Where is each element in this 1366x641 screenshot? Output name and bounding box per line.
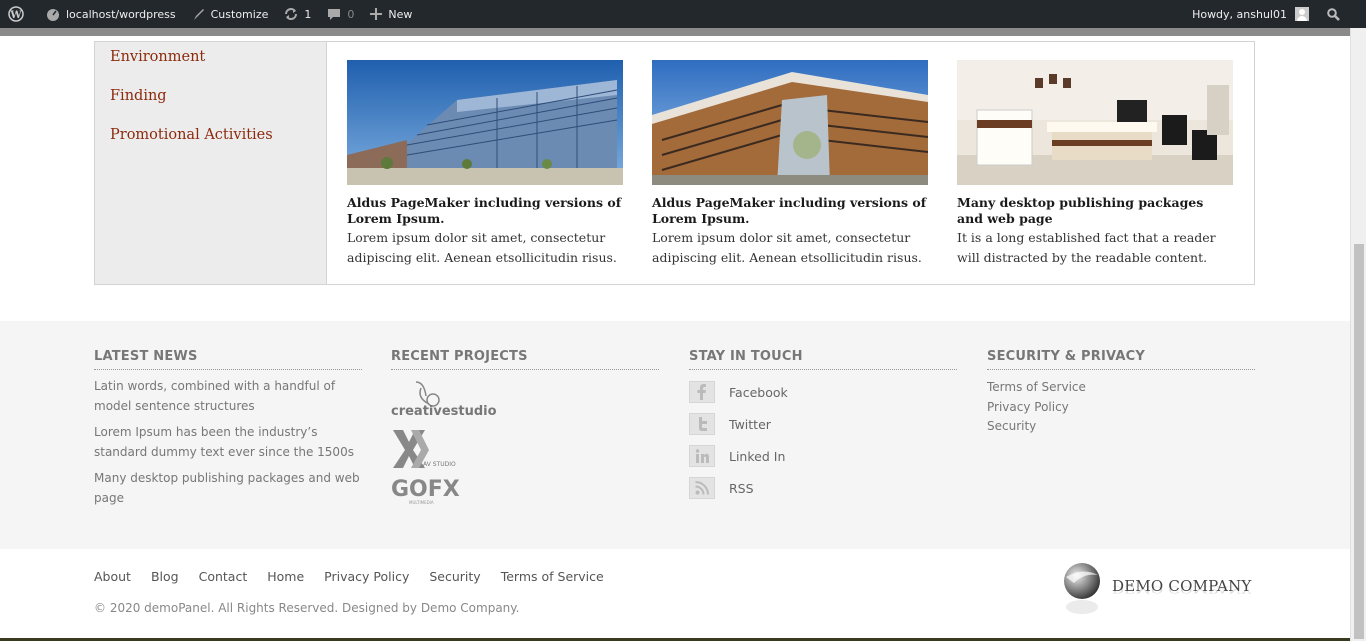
latest-news-widget: LATEST NEWS Latin words, combined with a… — [94, 349, 362, 508]
news-item[interactable]: Latin words, combined with a handful of … — [94, 376, 362, 416]
privacy-policy-link[interactable]: Privacy Policy — [987, 398, 1255, 418]
twitter-icon — [689, 413, 715, 435]
post-title[interactable]: Many desktop publishing packages and web… — [957, 195, 1233, 227]
copyright-text: © 2020 demoPanel. All Rights Reserved. D… — [94, 601, 520, 615]
wordpress-icon: W — [8, 6, 24, 22]
stay-in-touch-title: STAY IN TOUCH — [689, 349, 957, 370]
my-account-link[interactable]: Howdy, anshul01 — [1184, 0, 1319, 28]
social-link-twitter[interactable]: Twitter — [689, 408, 957, 440]
footer-widgets: LATEST NEWS Latin words, combined with a… — [0, 321, 1350, 549]
post-card: Aldus PageMaker including versions of Lo… — [652, 60, 928, 284]
comment-icon — [328, 8, 341, 20]
social-link-linkedin[interactable]: Linked In — [689, 440, 957, 472]
post-image-office-building[interactable] — [347, 60, 623, 185]
post-grid: Aldus PageMaker including versions of Lo… — [327, 42, 1254, 284]
creativestudio-text: creativestudio — [391, 404, 497, 419]
gofx-logo[interactable]: GOFX MULTIMEDIA — [391, 474, 471, 506]
post-excerpt: Lorem ipsum dolor sit amet, consectetur … — [347, 230, 617, 265]
admin-bar: W localhost/wordpress Customize 1 0 New … — [0, 0, 1366, 28]
post-card: Many desktop publishing packages and web… — [957, 60, 1233, 284]
post-excerpt: Lorem ipsum dolor sit amet, consectetur … — [652, 230, 922, 265]
customize-label: Customize — [210, 7, 269, 21]
post-title[interactable]: Aldus PageMaker including versions of Lo… — [347, 195, 623, 227]
plus-icon — [370, 8, 383, 20]
recent-projects-widget: RECENT PROJECTS creativestudio AV STUDIO… — [391, 349, 659, 506]
linkedin-label: Linked In — [729, 448, 786, 464]
post-card: Aldus PageMaker including versions of Lo… — [347, 60, 623, 284]
search-icon — [1327, 7, 1340, 21]
av-studio-text: AV STUDIO — [423, 461, 456, 468]
twitter-label: Twitter — [729, 416, 771, 432]
terms-of-service-link[interactable]: Terms of Service — [987, 378, 1255, 398]
footer-nav-privacy-policy[interactable]: Privacy Policy — [324, 569, 409, 584]
comments-count: 0 — [347, 7, 355, 21]
social-link-rss[interactable]: RSS — [689, 472, 957, 504]
news-item[interactable]: Lorem Ipsum has been the industry’s stan… — [94, 422, 362, 462]
company-name-reflection: DEMO COMPANY — [1112, 584, 1252, 595]
content-section: Environment Finding Promotional Activiti… — [94, 41, 1255, 285]
rss-label: RSS — [729, 480, 754, 496]
security-link[interactable]: Security — [987, 417, 1255, 437]
post-image-office-interior[interactable] — [957, 60, 1233, 185]
avatar — [1295, 7, 1309, 21]
wordpress-logo-button[interactable]: W — [0, 0, 38, 28]
svg-text:W: W — [9, 10, 22, 21]
category-link-promotional-activities[interactable]: Promotional Activities — [110, 125, 326, 164]
facebook-icon — [689, 381, 715, 403]
new-label: New — [388, 7, 413, 21]
post-excerpt: It is a long established fact that a rea… — [957, 230, 1216, 265]
footer-nav-terms-of-service[interactable]: Terms of Service — [501, 569, 604, 584]
site-name-link[interactable]: localhost/wordpress — [38, 0, 184, 28]
news-item[interactable]: Many desktop publishing packages and web… — [94, 468, 362, 508]
footer-nav-about[interactable]: About — [94, 569, 131, 584]
dashboard-icon — [47, 9, 59, 21]
gofx-text: GOFX — [391, 477, 460, 502]
footer-nav-contact[interactable]: Contact — [199, 569, 248, 584]
comments-link[interactable]: 0 — [319, 0, 362, 28]
multimedia-text: MULTIMEDIA — [409, 500, 434, 505]
stay-in-touch-widget: STAY IN TOUCH Facebook Twitter Linked In… — [689, 349, 957, 504]
rss-icon — [689, 477, 715, 499]
new-content-link[interactable]: New — [362, 0, 420, 28]
search-button[interactable] — [1319, 0, 1366, 28]
footer-nav-security[interactable]: Security — [429, 569, 480, 584]
site-name-label: localhost/wordpress — [66, 7, 176, 21]
category-list: Environment Finding Promotional Activiti… — [95, 42, 327, 284]
demo-company-logo[interactable]: DEMO COMPANY DEMO COMPANY — [1060, 561, 1252, 617]
category-link-environment[interactable]: Environment — [110, 47, 326, 86]
howdy-label: Howdy, anshul01 — [1192, 7, 1287, 21]
security-privacy-title: SECURITY & PRIVACY — [987, 349, 1255, 370]
customize-link[interactable]: Customize — [184, 0, 277, 28]
post-title[interactable]: Aldus PageMaker including versions of Lo… — [652, 195, 928, 227]
footer-nav: About Blog Contact Home Privacy Policy S… — [94, 569, 624, 584]
linkedin-icon — [689, 445, 715, 467]
security-privacy-widget: SECURITY & PRIVACY Terms of Service Priv… — [987, 349, 1255, 437]
brush-icon — [193, 8, 204, 20]
globe-logo-icon — [1064, 563, 1100, 614]
footer-nav-blog[interactable]: Blog — [151, 569, 179, 584]
updates-link[interactable]: 1 — [276, 0, 319, 28]
scrollbar-thumb[interactable] — [1354, 244, 1364, 639]
category-link-finding[interactable]: Finding — [110, 86, 326, 125]
latest-news-title: LATEST NEWS — [94, 349, 362, 370]
av-studio-logo[interactable]: AV STUDIO — [391, 426, 471, 468]
footer-nav-home[interactable]: Home — [267, 569, 304, 584]
refresh-icon — [285, 8, 298, 20]
post-image-modern-building[interactable] — [652, 60, 928, 185]
facebook-label: Facebook — [729, 384, 788, 400]
recent-projects-title: RECENT PROJECTS — [391, 349, 659, 370]
header-edge — [0, 28, 1350, 36]
updates-count: 1 — [304, 7, 312, 21]
page-scrollbar[interactable] — [1350, 28, 1366, 641]
creativestudio-logo[interactable]: creativestudio — [391, 378, 501, 420]
bottom-footer: About Blog Contact Home Privacy Policy S… — [0, 549, 1350, 641]
social-link-facebook[interactable]: Facebook — [689, 376, 957, 408]
